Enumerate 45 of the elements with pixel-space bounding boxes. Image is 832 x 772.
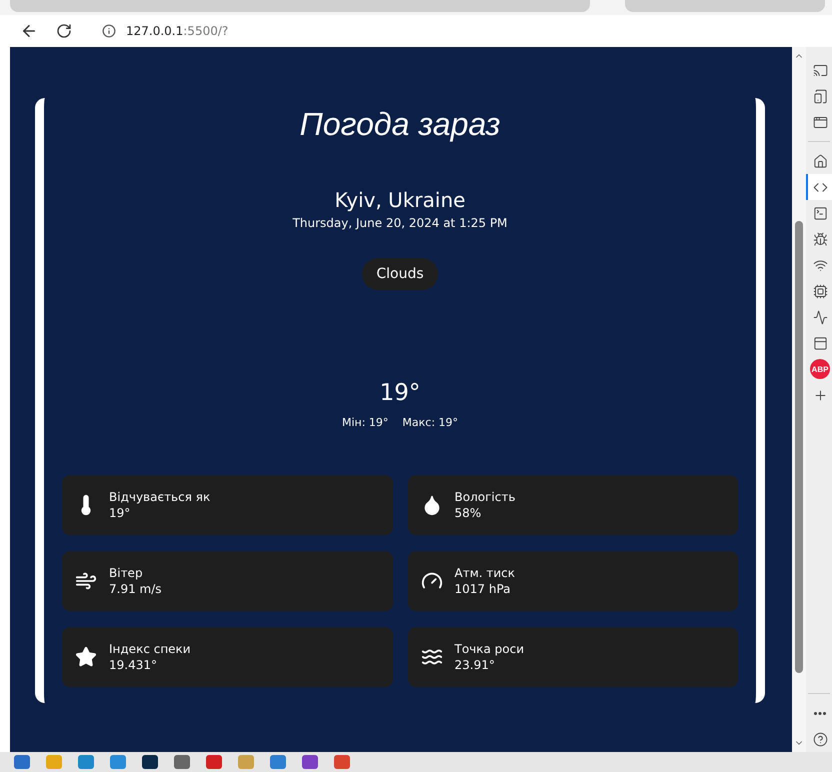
url-path: :5500/? xyxy=(183,24,228,38)
location: Kyiv, Ukraine xyxy=(334,188,466,212)
console-icon xyxy=(812,206,828,220)
taskbar-icon[interactable] xyxy=(302,755,318,769)
temperature: 19° xyxy=(380,380,420,406)
device-icon xyxy=(812,88,828,104)
detail-label: Атм. тиск xyxy=(454,565,516,581)
detail-label: Вітер xyxy=(109,565,144,581)
add-icon xyxy=(812,388,828,402)
bug-icon xyxy=(812,232,828,246)
detail-value: 23.91° xyxy=(454,657,496,673)
help-icon xyxy=(812,732,828,746)
page-title: Погода зараз xyxy=(300,106,500,143)
sidebar-tool[interactable] xyxy=(806,174,832,200)
detail-label: Вологість xyxy=(454,489,516,505)
star-icon xyxy=(75,646,97,668)
detail-value: 7.91 m/s xyxy=(109,581,162,597)
cast-icon xyxy=(812,62,828,78)
condition-badge: Clouds xyxy=(362,258,438,290)
url-host: 127.0.0.1 xyxy=(126,24,184,38)
back-button[interactable] xyxy=(20,22,38,40)
detail-label: Точка роси xyxy=(454,641,524,657)
scrollbar[interactable] xyxy=(792,47,806,752)
taskbar-icon[interactable] xyxy=(142,755,158,769)
detail-value: 1017 hPa xyxy=(454,581,512,597)
adblock-icon[interactable]: ABP xyxy=(810,359,830,379)
performance-icon xyxy=(812,310,828,324)
more-icon xyxy=(814,712,826,714)
min-temperature: Мін: 19° xyxy=(342,416,388,429)
detail-label: Індекс спеки xyxy=(109,641,191,657)
window-icon xyxy=(812,114,828,130)
home-icon xyxy=(812,154,828,168)
sidebar-tool[interactable]: ABP xyxy=(806,356,832,382)
scroll-thumb[interactable] xyxy=(795,221,803,673)
detail-value: 58% xyxy=(454,505,482,521)
detail-value: 19° xyxy=(109,505,132,521)
date-time: Thursday, June 20, 2024 at 1:25 PM xyxy=(292,216,508,230)
cpu-icon xyxy=(812,284,828,298)
max-temperature: Макс: 19° xyxy=(402,416,458,429)
panel-icon xyxy=(812,336,828,350)
wind-icon xyxy=(75,570,97,592)
detail-value: 19.431° xyxy=(109,657,158,673)
info-icon[interactable] xyxy=(102,24,116,38)
reload-button[interactable] xyxy=(56,23,72,39)
detail-label: Відчувається як xyxy=(109,489,210,505)
